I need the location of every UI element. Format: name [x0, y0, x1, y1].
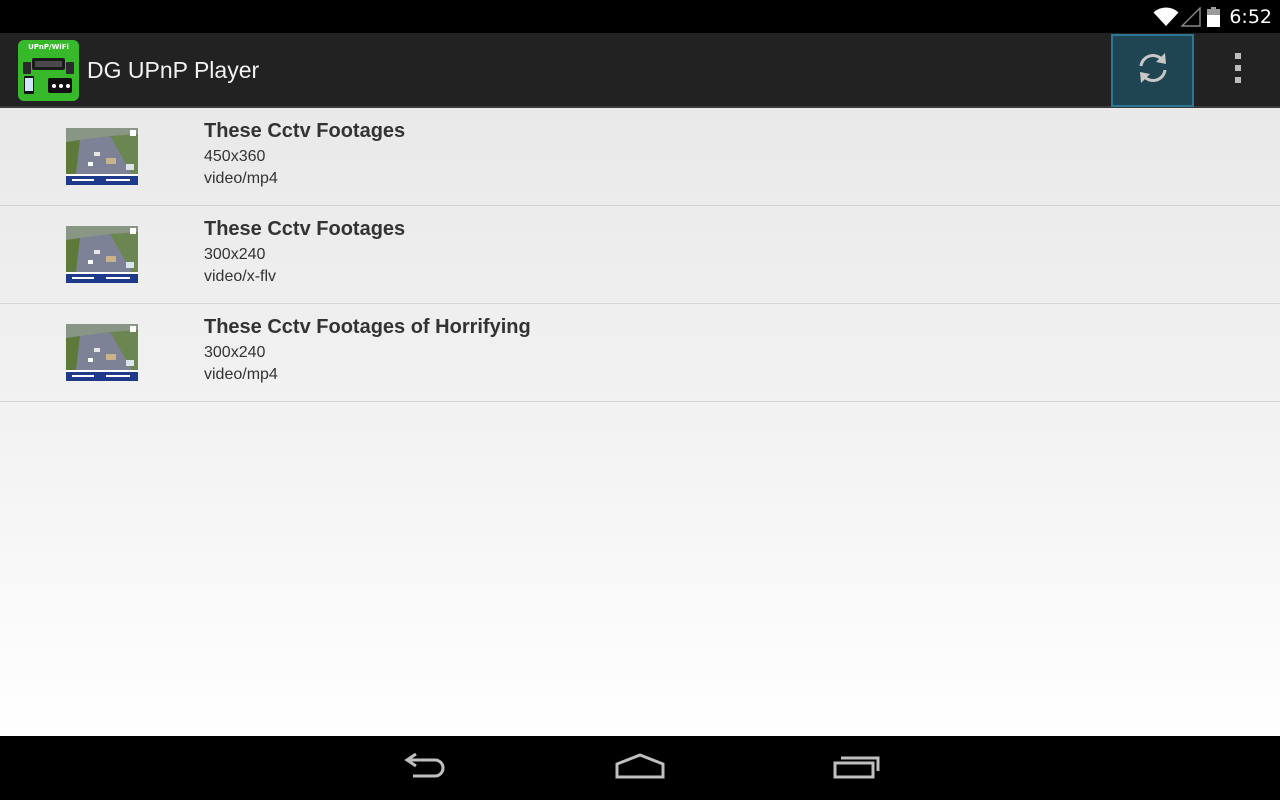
recents-button[interactable] [822, 750, 892, 786]
media-list: These Cctv Footages 450x360 video/mp4 Th… [0, 108, 1280, 736]
item-resolution: 300x240 [204, 344, 266, 361]
home-button[interactable] [605, 750, 675, 786]
item-resolution: 300x240 [204, 246, 266, 263]
item-title: These Cctv Footages of Horrifying [204, 316, 531, 338]
app-title: DG UPnP Player [87, 57, 260, 83]
item-mime-type: video/mp4 [204, 366, 278, 383]
list-item[interactable]: These Cctv Footages of Horrifying 300x24… [0, 304, 1280, 402]
video-thumbnail [66, 128, 138, 185]
recents-icon [833, 753, 881, 784]
list-item[interactable]: These Cctv Footages 300x240 video/x-flv [0, 206, 1280, 304]
navigation-bar [0, 736, 1280, 800]
item-title: These Cctv Footages [204, 120, 406, 142]
item-mime-type: video/x-flv [204, 268, 277, 285]
overflow-menu-icon [1234, 53, 1242, 88]
back-icon [401, 752, 447, 784]
item-mime-type: video/mp4 [204, 170, 278, 187]
list-item[interactable]: These Cctv Footages 450x360 video/mp4 [0, 108, 1280, 206]
signal-icon [1181, 6, 1202, 27]
status-icons: 6:52 [1153, 0, 1272, 33]
video-thumbnail [66, 226, 138, 283]
back-button[interactable] [389, 750, 459, 786]
item-resolution: 450x360 [204, 148, 266, 165]
action-bar: UPnP/WiFi DG UPnP Player [0, 33, 1280, 108]
overflow-menu-button[interactable] [1210, 34, 1266, 107]
refresh-button[interactable] [1111, 34, 1194, 107]
refresh-icon [1136, 51, 1170, 90]
battery-icon [1207, 6, 1221, 27]
wifi-icon [1153, 6, 1179, 27]
status-bar: 6:52 [0, 0, 1280, 33]
item-title: These Cctv Footages [204, 218, 406, 240]
home-icon [615, 752, 665, 784]
video-thumbnail [66, 324, 138, 381]
status-clock: 6:52 [1229, 5, 1272, 28]
app-logo[interactable]: UPnP/WiFi [18, 40, 79, 101]
